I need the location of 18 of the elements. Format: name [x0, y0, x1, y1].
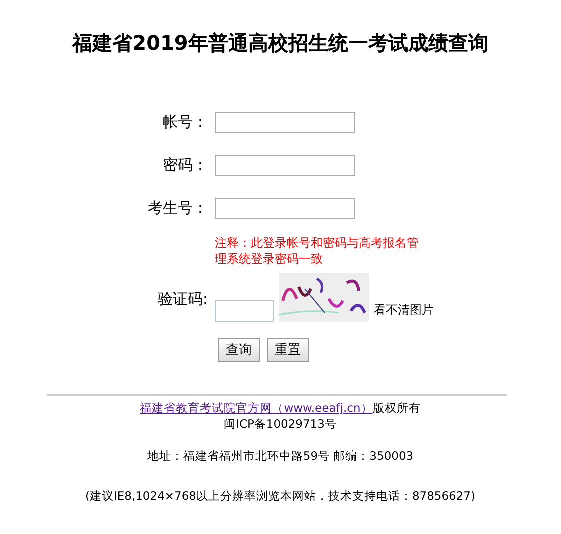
- copyright-text: 版权所有: [372, 401, 421, 415]
- input-field[interactable]: [215, 155, 355, 176]
- field-label: 验证码:: [156, 289, 209, 309]
- page-title: 福建省2019年普通高校招生统一考试成绩查询: [70, 30, 490, 57]
- note-text: 注释：此登录帐号和密码与高考报名管理系统登录密码一致: [215, 235, 420, 267]
- input-field[interactable]: [215, 112, 355, 133]
- support-text: (建议IE8,1024×768以上分辨率浏览本网站，技术支持电话：87856627): [84, 488, 476, 504]
- site-link[interactable]: 福建省教育考试院官方网（www.eeafj.cn）: [140, 401, 373, 415]
- address-text: 地址：福建省福州市北环中路59号 邮编：350003: [146, 448, 415, 464]
- query-button[interactable]: 查询: [218, 338, 260, 362]
- captcha-field[interactable]: [215, 300, 274, 322]
- field-label: 密码：: [162, 156, 209, 175]
- field-label: 帐号：: [162, 113, 209, 132]
- input-field[interactable]: [215, 198, 355, 219]
- refresh-link[interactable]: 看不清图片: [374, 302, 434, 319]
- reset-button[interactable]: 重置: [267, 338, 309, 362]
- field-label: 考生号：: [147, 199, 209, 218]
- icp-text: 闽ICP备10029713号: [223, 416, 338, 432]
